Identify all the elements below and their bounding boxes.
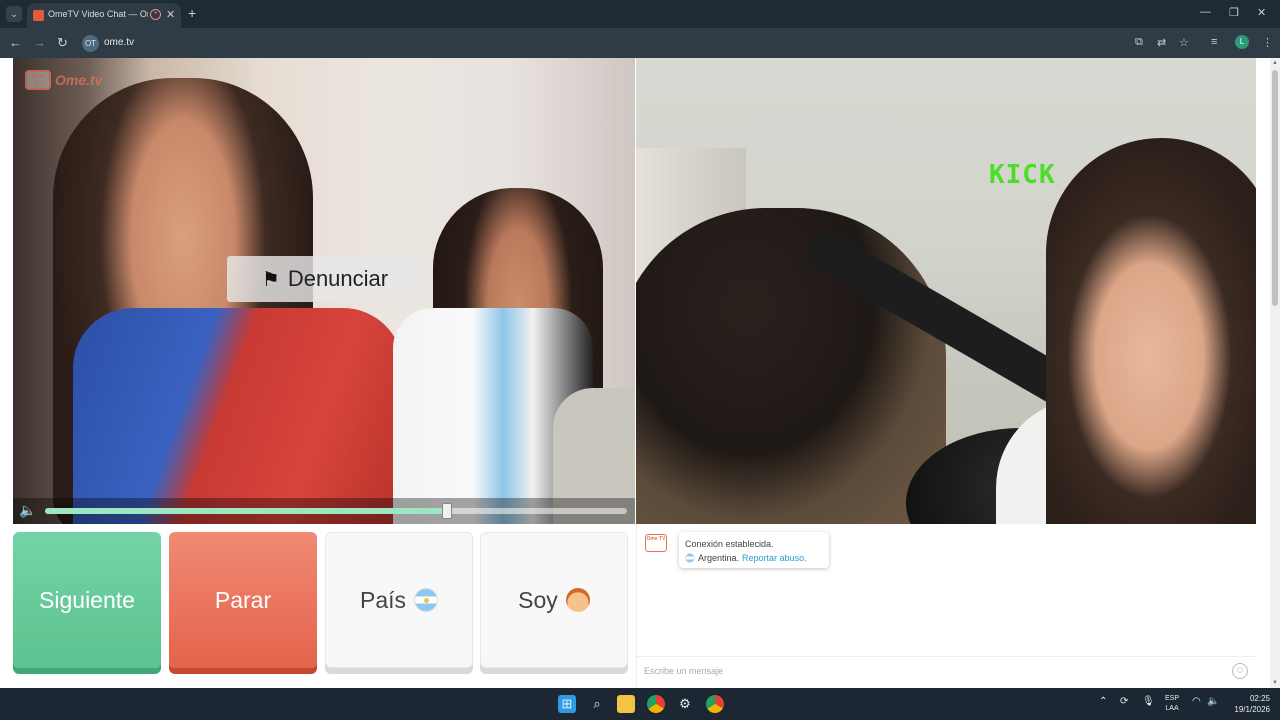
country-label: País	[359, 586, 407, 613]
site-info-icon[interactable]: OT	[82, 35, 99, 52]
stranger-country: Argentina.	[698, 553, 740, 563]
search-icon[interactable]: ⌕	[588, 695, 606, 713]
sync-icon[interactable]: ⟳	[1120, 696, 1128, 707]
country-button[interactable]: País	[325, 532, 473, 668]
volume-icon[interactable]: 🔈	[1207, 696, 1219, 707]
new-tab-button[interactable]: +	[188, 5, 196, 21]
browser-tab-ometv[interactable]: OmeTV Video Chat — Ome • ✕	[27, 3, 181, 28]
chrome-icon[interactable]	[647, 695, 665, 713]
reload-icon[interactable]: ↻	[57, 35, 68, 51]
volume-fill	[45, 508, 447, 514]
language-layout: LAA	[1165, 705, 1179, 712]
connection-status: Conexión establecida.	[685, 539, 774, 549]
ometv-logo-tv-icon: Ome TV	[25, 70, 51, 90]
argentina-flag-small-icon	[685, 553, 695, 563]
volume-bar: 🔈	[13, 498, 635, 524]
message-input-row: Escribe un mensaje ☺	[637, 656, 1257, 686]
clock-date: 19/1/2026	[1234, 705, 1270, 714]
bookmark-star-icon[interactable]: ☆	[1179, 36, 1189, 49]
remote-person-2	[1046, 138, 1256, 524]
boy-emoji-icon	[565, 588, 590, 612]
volume-knob[interactable]	[441, 503, 452, 519]
gender-button[interactable]: Soy	[480, 532, 628, 668]
ometv-logo-text: Ome.tv	[55, 72, 103, 88]
tab-close-icon[interactable]: ✕	[166, 8, 175, 21]
browser-menu-icon[interactable]: ⋮	[1262, 36, 1273, 49]
address-bar: ← → ↻ OT ome.tv ⧉ ⇄ ☆ ≡ L ⋮	[0, 28, 1280, 58]
settings-gear-icon[interactable]: ⚙	[676, 695, 694, 713]
recording-indicator-icon: •	[150, 9, 161, 20]
browser-tab-bar: ⌄ OmeTV Video Chat — Ome • ✕ + — ❐ ✕	[0, 0, 1280, 28]
microphone-icon[interactable]: 🎙	[1142, 696, 1155, 707]
system-clock[interactable]: 02:25 19/1/2026	[1226, 693, 1270, 715]
next-button[interactable]: Siguiente	[13, 532, 161, 668]
local-video: Ome TV Ome.tv ⚑ Denunciar 🔈	[13, 58, 635, 524]
media-control-icon[interactable]: ≡	[1211, 36, 1217, 48]
install-app-icon[interactable]: ⧉	[1135, 36, 1143, 49]
scroll-up-icon[interactable]: ▲	[1270, 60, 1280, 66]
local-person-1-shirt	[73, 308, 403, 524]
remote-person-1	[636, 208, 946, 524]
emoji-icon[interactable]: ☺	[1232, 663, 1248, 679]
remote-video: KICK	[636, 58, 1256, 524]
report-label: Denunciar	[287, 266, 389, 291]
minimize-button[interactable]: —	[1200, 6, 1211, 18]
restore-button[interactable]: ❐	[1229, 6, 1239, 19]
chat-panel: Ome TV Conexión establecida. Argentina. …	[636, 524, 1257, 688]
profile-avatar[interactable]: L	[1235, 35, 1249, 49]
volume-slider[interactable]	[45, 503, 627, 519]
speaker-icon[interactable]: 🔈	[19, 502, 36, 519]
chrome-profile-icon[interactable]	[706, 695, 724, 713]
scroll-down-icon[interactable]: ▼	[1270, 680, 1280, 686]
flag-icon: ⚑	[261, 268, 280, 291]
input-language[interactable]: ESP LAA	[1165, 694, 1179, 714]
next-label: Siguiente	[39, 586, 135, 613]
stop-label: Parar	[214, 586, 272, 613]
tab-title: OmeTV Video Chat — Ome	[48, 9, 148, 19]
windows-start-icon[interactable]: ⊞	[558, 695, 576, 713]
kick-overlay-tag: KICK	[989, 160, 1056, 190]
forward-icon[interactable]: →	[33, 35, 46, 50]
report-abuse-link[interactable]: Reportar abuso.	[742, 551, 807, 565]
argentina-flag-icon	[414, 588, 439, 612]
clock-time: 02:25	[1249, 694, 1270, 703]
url-field[interactable]: ome.tv	[104, 37, 134, 48]
gender-label: Soy	[518, 586, 558, 613]
file-explorer-icon[interactable]	[617, 695, 635, 713]
stop-button[interactable]: Parar	[169, 532, 317, 668]
back-icon[interactable]: ←	[9, 35, 22, 50]
wifi-icon[interactable]: ◠	[1192, 696, 1201, 707]
ometv-page: Ome TV Ome.tv ⚑ Denunciar 🔈 KICK Siguien…	[0, 58, 1270, 688]
page-scrollbar[interactable]: ▲ ▼	[1270, 58, 1280, 688]
ometv-chat-avatar-icon: Ome TV	[645, 534, 667, 552]
translate-icon[interactable]: ⇄	[1157, 36, 1166, 49]
scroll-thumb[interactable]	[1272, 70, 1278, 306]
language-code: ESP	[1165, 695, 1180, 702]
close-window-button[interactable]: ✕	[1257, 6, 1266, 19]
windows-taskbar: ⊞ ⌕ ⚙ ⌃ ⟳ 🎙 ESP LAA ◠ 🔈 02:25 19/1/2026	[0, 688, 1280, 720]
ometv-favicon-icon	[33, 10, 44, 21]
message-input[interactable]: Escribe un mensaje	[644, 666, 723, 676]
tray-chevron-icon[interactable]: ⌃	[1099, 696, 1107, 707]
tab-search-icon[interactable]: ⌄	[6, 6, 22, 22]
system-message: Conexión establecida. Argentina. Reporta…	[679, 532, 829, 568]
report-button[interactable]: ⚑ Denunciar	[227, 256, 423, 302]
ometv-logo: Ome TV Ome.tv	[25, 68, 102, 92]
